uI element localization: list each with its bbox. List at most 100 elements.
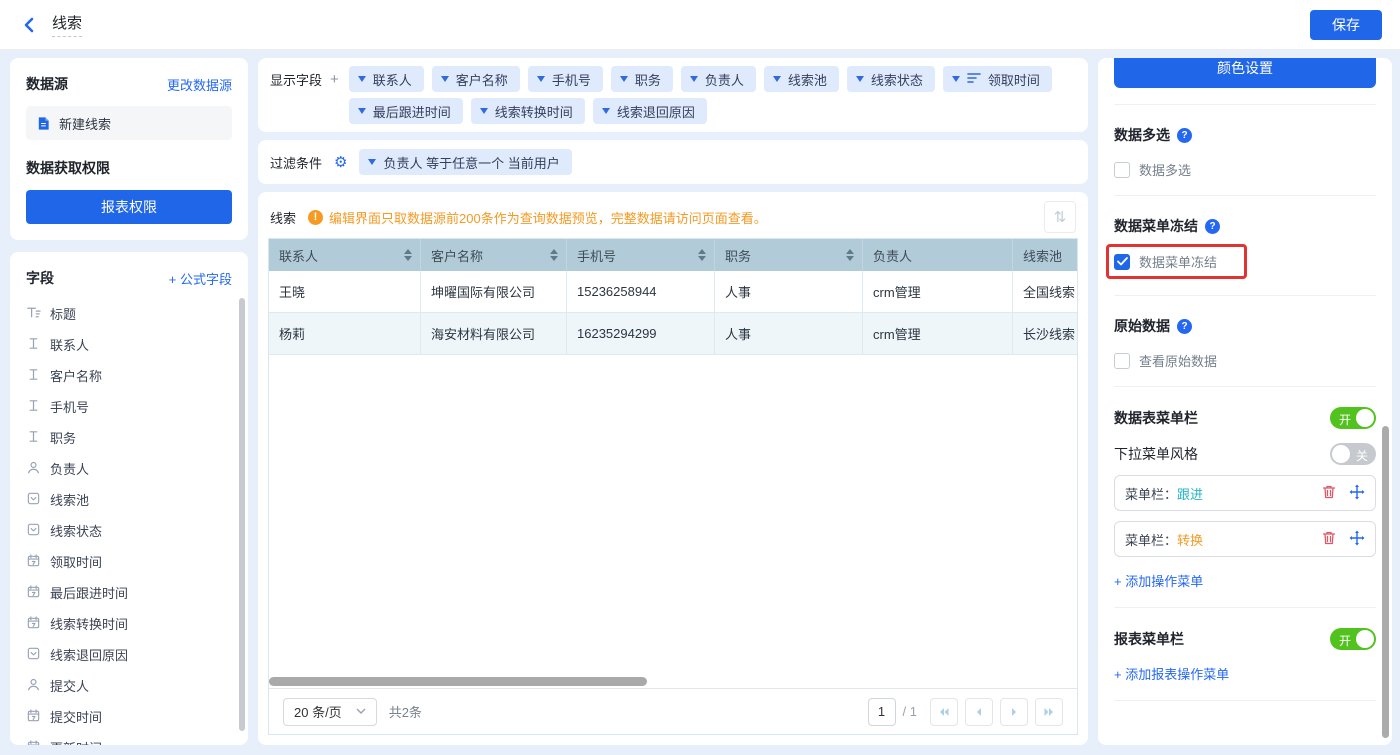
raw-data-checkbox-label: 查看原始数据	[1139, 351, 1217, 370]
menu-freeze-section: 数据菜单冻结 ? 数据菜单冻结	[1098, 216, 1392, 279]
report-menu-title: 报表菜单栏	[1114, 629, 1184, 649]
table-title: 线索	[270, 208, 296, 227]
menu-item-actions	[1321, 530, 1365, 549]
column-header-线索池[interactable]: 线索池	[1013, 239, 1077, 271]
warning-text: 编辑界面只取数据源前200条作为查询数据预览，完整数据请访问页面查看。	[329, 208, 767, 227]
column-header-label: 客户名称	[431, 246, 483, 265]
field-item-线索状态[interactable]: 线索状态	[26, 515, 248, 546]
chip-label: 联系人	[373, 70, 412, 89]
back-icon[interactable]	[18, 14, 40, 36]
help-icon[interactable]: ?	[1177, 319, 1192, 334]
table-cell: 15236258944	[567, 271, 715, 312]
display-field-chip-线索退回原因[interactable]: 线索退回原因	[593, 98, 707, 124]
field-item-线索退回原因[interactable]: 线索退回原因	[26, 639, 248, 670]
field-item-客户名称[interactable]: 客户名称	[26, 360, 248, 391]
field-item-label: 手机号	[50, 397, 89, 416]
person-icon	[26, 677, 41, 695]
display-field-chip-领取时间[interactable]: 领取时间	[943, 66, 1052, 92]
sort-carets-icon[interactable]	[404, 249, 412, 261]
table-cell: 全国线索	[1013, 271, 1077, 312]
fields-scrollbar[interactable]	[239, 298, 245, 731]
field-item-手机号[interactable]: 手机号	[26, 391, 248, 422]
dropdown-style-toggle[interactable]: 关	[1330, 443, 1376, 465]
field-item-提交时间[interactable]: 提交时间	[26, 701, 248, 732]
next-page-button[interactable]	[1000, 698, 1028, 726]
field-item-职务[interactable]: 职务	[26, 422, 248, 453]
display-field-chip-联系人[interactable]: 联系人	[349, 66, 424, 92]
help-icon[interactable]: ?	[1177, 128, 1192, 143]
display-field-chip-手机号[interactable]: 手机号	[528, 66, 603, 92]
toggle-knob	[1332, 445, 1350, 463]
datasource-card: 数据源 更改数据源 新建线索 数据获取权限 报表权限	[10, 58, 248, 240]
last-page-button[interactable]	[1035, 698, 1063, 726]
table-row[interactable]: 王晓坤曜国际有限公司15236258944人事crm管理全国线索	[269, 271, 1077, 313]
display-field-chip-负责人[interactable]: 负责人	[681, 66, 756, 92]
color-settings-button[interactable]: 颜色设置	[1114, 58, 1376, 88]
first-page-button[interactable]	[930, 698, 958, 726]
field-item-最后跟进时间[interactable]: 最后跟进时间	[26, 577, 248, 608]
add-formula-field-link[interactable]: + 公式字段	[169, 269, 232, 288]
column-header-职务[interactable]: 职务	[715, 239, 863, 271]
column-header-负责人[interactable]: 负责人	[863, 239, 1013, 271]
add-report-menu-link[interactable]: + 添加报表操作菜单	[1114, 664, 1229, 683]
trash-icon[interactable]	[1321, 484, 1337, 503]
column-header-客户名称[interactable]: 客户名称	[421, 239, 567, 271]
chevron-down-icon	[537, 76, 545, 82]
sort-carets-icon[interactable]	[698, 249, 706, 261]
filter-gear-icon[interactable]: ⚙	[334, 155, 347, 170]
datasource-item[interactable]: 新建线索	[26, 106, 232, 140]
save-button[interactable]: 保存	[1310, 10, 1382, 40]
multi-select-checkbox[interactable]	[1114, 162, 1130, 178]
report-menu-toggle[interactable]: 开	[1330, 628, 1376, 650]
table-menu-toggle[interactable]: 开	[1330, 407, 1376, 429]
field-item-label: 客户名称	[50, 366, 102, 385]
page-size-select[interactable]: 20 条/页	[283, 698, 377, 726]
field-item-label: 最后跟进时间	[50, 583, 128, 602]
display-field-chip-线索转换时间[interactable]: 线索转换时间	[471, 98, 585, 124]
display-field-chip-线索状态[interactable]: 线索状态	[847, 66, 935, 92]
change-datasource-link[interactable]: 更改数据源	[167, 75, 232, 94]
topbar: 线索 保存	[0, 0, 1400, 50]
column-header-联系人[interactable]: 联系人	[269, 239, 421, 271]
menu-item-跟进[interactable]: 菜单栏：跟进	[1114, 475, 1376, 511]
display-field-chip-职务[interactable]: 职务	[611, 66, 673, 92]
field-item-label: 标题	[50, 304, 76, 323]
field-item-线索池[interactable]: 线索池	[26, 484, 248, 515]
sort-order-button[interactable]: ⇅	[1044, 201, 1076, 233]
menu-item-转换[interactable]: 菜单栏：转换	[1114, 521, 1376, 557]
field-item-线索转换时间[interactable]: 线索转换时间	[26, 608, 248, 639]
sort-carets-icon[interactable]	[846, 249, 854, 261]
field-item-提交人[interactable]: 提交人	[26, 670, 248, 701]
chip-label: 职务	[635, 70, 661, 89]
display-fields-card: 显示字段 + 联系人客户名称手机号职务负责人线索池线索状态领取时间最后跟进时间线…	[258, 58, 1088, 132]
column-header-手机号[interactable]: 手机号	[567, 239, 715, 271]
raw-data-checkbox[interactable]	[1114, 353, 1130, 369]
display-field-chip-最后跟进时间[interactable]: 最后跟进时间	[349, 98, 463, 124]
trash-icon[interactable]	[1321, 530, 1337, 549]
field-item-更新时间[interactable]: 更新时间	[26, 732, 248, 745]
select-icon	[26, 522, 41, 540]
menu-freeze-checkbox-label: 数据菜单冻结	[1139, 252, 1217, 271]
toggle-on-label: 开	[1339, 632, 1351, 649]
menu-freeze-checkbox[interactable]	[1114, 254, 1130, 270]
help-icon[interactable]: ?	[1205, 219, 1220, 234]
field-item-负责人[interactable]: 负责人	[26, 453, 248, 484]
current-page-input[interactable]: 1	[868, 698, 896, 726]
calendar-icon	[26, 553, 41, 571]
add-display-field-button[interactable]: +	[330, 71, 339, 88]
field-item-联系人[interactable]: 联系人	[26, 329, 248, 360]
add-action-menu-link[interactable]: + 添加操作菜单	[1114, 571, 1203, 590]
display-field-chip-线索池[interactable]: 线索池	[764, 66, 839, 92]
move-icon[interactable]	[1349, 484, 1365, 503]
prev-page-button[interactable]	[965, 698, 993, 726]
move-icon[interactable]	[1349, 530, 1365, 549]
horizontal-scrollbar[interactable]	[269, 677, 647, 686]
settings-scrollbar[interactable]	[1382, 426, 1389, 738]
field-item-领取时间[interactable]: 领取时间	[26, 546, 248, 577]
report-permission-button[interactable]: 报表权限	[26, 190, 232, 224]
display-field-chip-客户名称[interactable]: 客户名称	[432, 66, 520, 92]
field-item-标题[interactable]: 标题	[26, 298, 248, 329]
table-row[interactable]: 杨莉海安材料有限公司16235294299人事crm管理长沙线索	[269, 313, 1077, 355]
filter-condition-chip[interactable]: 负责人 等于任意一个 当前用户	[359, 149, 571, 175]
sort-carets-icon[interactable]	[550, 249, 558, 261]
